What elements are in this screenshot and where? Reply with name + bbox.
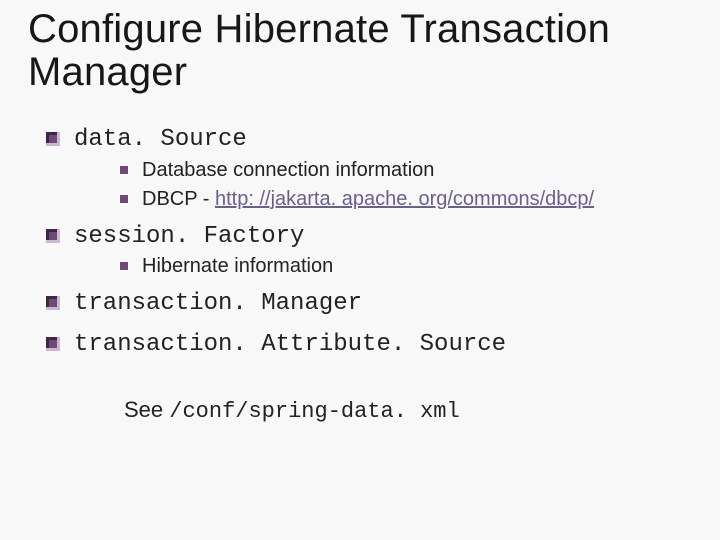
item-label: session. Factory bbox=[74, 223, 304, 250]
item-sessionfactory: session. Factory Hibernate information bbox=[46, 219, 692, 280]
sub-list: Hibernate information bbox=[74, 253, 692, 280]
footer-path: /conf/spring-data. xml bbox=[169, 399, 459, 424]
sub-list: Database connection information DBCP - h… bbox=[74, 157, 692, 213]
sub-item-hibernate-info: Hibernate information bbox=[120, 253, 692, 280]
item-label: transaction. Attribute. Source bbox=[74, 331, 506, 358]
item-label: transaction. Manager bbox=[74, 290, 362, 317]
sub-item-dbcp: DBCP - http: //jakarta. apache. org/comm… bbox=[120, 186, 692, 213]
item-transactionattributesource: transaction. Attribute. Source bbox=[46, 327, 692, 361]
page-title: Configure Hibernate Transaction Manager bbox=[28, 8, 692, 94]
sub-item-prefix: DBCP - bbox=[142, 188, 215, 210]
item-datasource: data. Source Database connection informa… bbox=[46, 122, 692, 212]
sub-item-text: Hibernate information bbox=[142, 255, 333, 277]
footer-lead: See bbox=[124, 397, 169, 422]
item-transactionmanager: transaction. Manager bbox=[46, 286, 692, 320]
footer-note: See /conf/spring-data. xml bbox=[28, 397, 692, 424]
sub-item-text: Database connection information bbox=[142, 159, 434, 181]
slide: Configure Hibernate Transaction Manager … bbox=[0, 0, 720, 540]
item-label: data. Source bbox=[74, 126, 247, 153]
bullet-list: data. Source Database connection informa… bbox=[28, 122, 692, 361]
sub-item-db-conn: Database connection information bbox=[120, 157, 692, 184]
dbcp-link[interactable]: http: //jakarta. apache. org/commons/dbc… bbox=[215, 188, 594, 210]
